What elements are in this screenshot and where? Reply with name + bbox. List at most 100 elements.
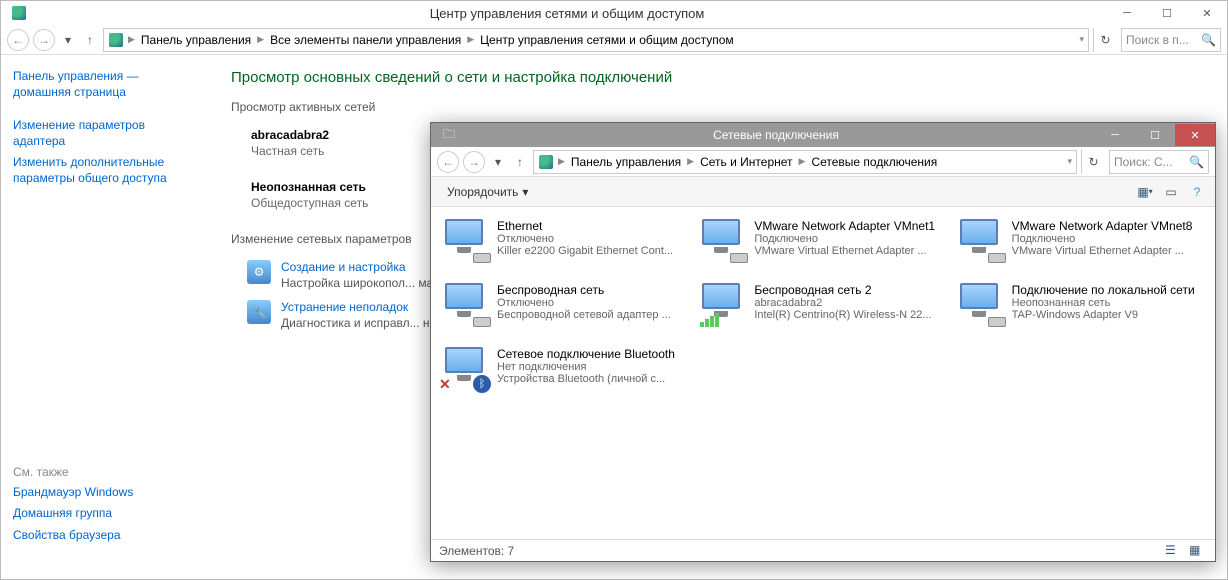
back-button[interactable]: ← — [437, 151, 459, 173]
maximize-button[interactable]: ☐ — [1147, 2, 1187, 24]
crumb-net-conns[interactable]: Сетевые подключения — [809, 155, 939, 169]
connections-area: Ethernet Отключено Killer e2200 Gigabit … — [431, 207, 1215, 539]
conn-device: Устройства Bluetooth (личной с... — [497, 373, 688, 385]
icons-view-icon[interactable]: ▦ — [1189, 543, 1207, 559]
up-dir-button[interactable]: ↑ — [511, 153, 529, 171]
bluetooth-icon: ✕ᛒ — [443, 347, 489, 387]
conn-state: Неопознанная сеть — [1012, 297, 1203, 309]
crumb-all-items[interactable]: Все элементы панели управления — [268, 33, 463, 47]
crumb-control-panel[interactable]: Панель управления — [569, 155, 683, 169]
conn-device: VMware Virtual Ethernet Adapter ... — [754, 245, 945, 257]
search-input[interactable]: Поиск: С... 🔍 — [1109, 150, 1209, 174]
up-button[interactable]: ▾ — [59, 31, 77, 49]
main-window-buttons: ─ ☐ ✕ — [1107, 2, 1227, 24]
dropdown-icon[interactable]: ▾ — [1067, 156, 1072, 167]
network-icon — [538, 154, 554, 170]
conn-lan[interactable]: Подключение по локальной сети Неопознанн… — [954, 279, 1207, 339]
ethernet-icon — [700, 219, 746, 259]
chevron-right-icon: ▶ — [687, 156, 694, 167]
dropdown-icon[interactable]: ▾ — [1079, 34, 1084, 45]
conn-state: Нет подключения — [497, 361, 688, 373]
up-dir-button[interactable]: ↑ — [81, 31, 99, 49]
conn-device: Killer e2200 Gigabit Ethernet Cont... — [497, 245, 688, 257]
back-button[interactable]: ← — [7, 29, 29, 51]
troubleshoot-icon: 🔧 — [247, 300, 271, 324]
conn-state: abracadabra2 — [754, 297, 945, 309]
chevron-right-icon: ▶ — [467, 34, 474, 45]
conn-name: VMware Network Adapter VMnet1 — [754, 219, 945, 233]
conn-device: VMware Virtual Ethernet Adapter ... — [1012, 245, 1203, 257]
minimize-button[interactable]: ─ — [1095, 124, 1135, 146]
conn-device: TAP-Windows Adapter V9 — [1012, 309, 1203, 321]
search-icon: 🔍 — [1201, 33, 1216, 47]
page-heading: Просмотр основных сведений о сети и наст… — [231, 69, 1207, 86]
sidebar-firewall-link[interactable]: Брандмауэр Windows — [13, 485, 199, 501]
up-button[interactable]: ▾ — [489, 153, 507, 171]
sidebar: Панель управления — домашняя страница Из… — [1, 55, 211, 579]
chevron-right-icon: ▶ — [558, 156, 565, 167]
conn-state: Подключено — [754, 233, 945, 245]
conn-name: VMware Network Adapter VMnet8 — [1012, 219, 1203, 233]
help-button[interactable]: ? — [1187, 182, 1207, 202]
search-input[interactable]: Поиск в п... 🔍 — [1121, 28, 1221, 52]
conn-vmnet8[interactable]: VMware Network Adapter VMnet8 Подключено… — [954, 215, 1207, 275]
forward-button[interactable]: → — [463, 151, 485, 173]
conn-bluetooth[interactable]: ✕ᛒ Сетевое подключение Bluetooth Нет под… — [439, 343, 692, 403]
conn-state: Отключено — [497, 233, 688, 245]
details-view-icon[interactable]: ☰ — [1165, 543, 1183, 559]
chevron-right-icon: ▶ — [799, 156, 806, 167]
folder-icon: 🗀 — [441, 127, 457, 143]
sidebar-sharing-link[interactable]: Изменить дополнительные параметры общего… — [13, 155, 199, 186]
conn-name: Беспроводная сеть 2 — [754, 283, 945, 297]
conn-state: Подключено — [1012, 233, 1203, 245]
conn-device: Intel(R) Centrino(R) Wireless-N 22... — [754, 309, 945, 321]
wifi-icon — [700, 283, 746, 323]
see-also-header: См. также — [13, 465, 199, 479]
refresh-button[interactable]: ↻ — [1081, 150, 1105, 174]
child-window-buttons: ─ ☐ ✕ — [1095, 124, 1215, 146]
main-navbar: ← → ▾ ↑ ▶ Панель управления ▶ Все элемен… — [1, 25, 1227, 55]
close-button[interactable]: ✕ — [1175, 124, 1215, 146]
network-icon — [108, 32, 124, 48]
preview-pane-button[interactable]: ▭ — [1161, 182, 1181, 202]
status-bar: Элементов: 7 ☰ ▦ — [431, 539, 1215, 561]
close-button[interactable]: ✕ — [1187, 2, 1227, 24]
sidebar-browser-link[interactable]: Свойства браузера — [13, 528, 199, 544]
conn-name: Подключение по локальной сети — [1012, 283, 1203, 297]
child-titlebar: 🗀 Сетевые подключения ─ ☐ ✕ — [431, 123, 1215, 147]
child-toolbar: Упорядочить ▾ ▦▾ ▭ ? — [431, 177, 1215, 207]
sidebar-adapter-link[interactable]: Изменение параметров адаптера — [13, 118, 199, 149]
conn-device: Беспроводной сетевой адаптер ... — [497, 309, 688, 321]
minimize-button[interactable]: ─ — [1107, 2, 1147, 24]
child-window: 🗀 Сетевые подключения ─ ☐ ✕ ← → ▾ ↑ ▶ Па… — [430, 122, 1216, 562]
conn-name: Сетевое подключение Bluetooth — [497, 347, 688, 361]
conn-vmnet1[interactable]: VMware Network Adapter VMnet1 Подключено… — [696, 215, 949, 275]
breadcrumb[interactable]: ▶ Панель управления ▶ Сеть и Интернет ▶ … — [533, 150, 1077, 174]
crumb-control-panel[interactable]: Панель управления — [139, 33, 253, 47]
conn-name: Беспроводная сеть — [497, 283, 688, 297]
status-text: Элементов: 7 — [439, 544, 514, 558]
conn-ethernet[interactable]: Ethernet Отключено Killer e2200 Gigabit … — [439, 215, 692, 275]
search-placeholder: Поиск: С... — [1114, 155, 1173, 169]
active-nets-header: Просмотр активных сетей — [231, 100, 1207, 114]
crumb-net-internet[interactable]: Сеть и Интернет — [698, 155, 794, 169]
search-icon: 🔍 — [1189, 155, 1204, 169]
main-title: Центр управления сетями и общим доступом — [27, 6, 1107, 21]
organize-label: Упорядочить — [447, 185, 518, 199]
chevron-down-icon: ▾ — [522, 185, 528, 199]
sidebar-home-link[interactable]: Панель управления — домашняя страница — [13, 69, 199, 100]
child-navbar: ← → ▾ ↑ ▶ Панель управления ▶ Сеть и Инт… — [431, 147, 1215, 177]
refresh-button[interactable]: ↻ — [1093, 28, 1117, 52]
forward-button[interactable]: → — [33, 29, 55, 51]
crumb-network-center[interactable]: Центр управления сетями и общим доступом — [478, 33, 736, 47]
organize-button[interactable]: Упорядочить ▾ — [439, 182, 536, 202]
chevron-right-icon: ▶ — [257, 34, 264, 45]
breadcrumb[interactable]: ▶ Панель управления ▶ Все элементы панел… — [103, 28, 1089, 52]
search-placeholder: Поиск в п... — [1126, 33, 1189, 47]
conn-wifi2[interactable]: Беспроводная сеть 2 abracadabra2 Intel(R… — [696, 279, 949, 339]
conn-wifi1[interactable]: Беспроводная сеть Отключено Беспроводной… — [439, 279, 692, 339]
view-icons-button[interactable]: ▦▾ — [1135, 182, 1155, 202]
maximize-button[interactable]: ☐ — [1135, 124, 1175, 146]
ethernet-icon — [958, 283, 1004, 323]
sidebar-homegroup-link[interactable]: Домашняя группа — [13, 506, 199, 522]
